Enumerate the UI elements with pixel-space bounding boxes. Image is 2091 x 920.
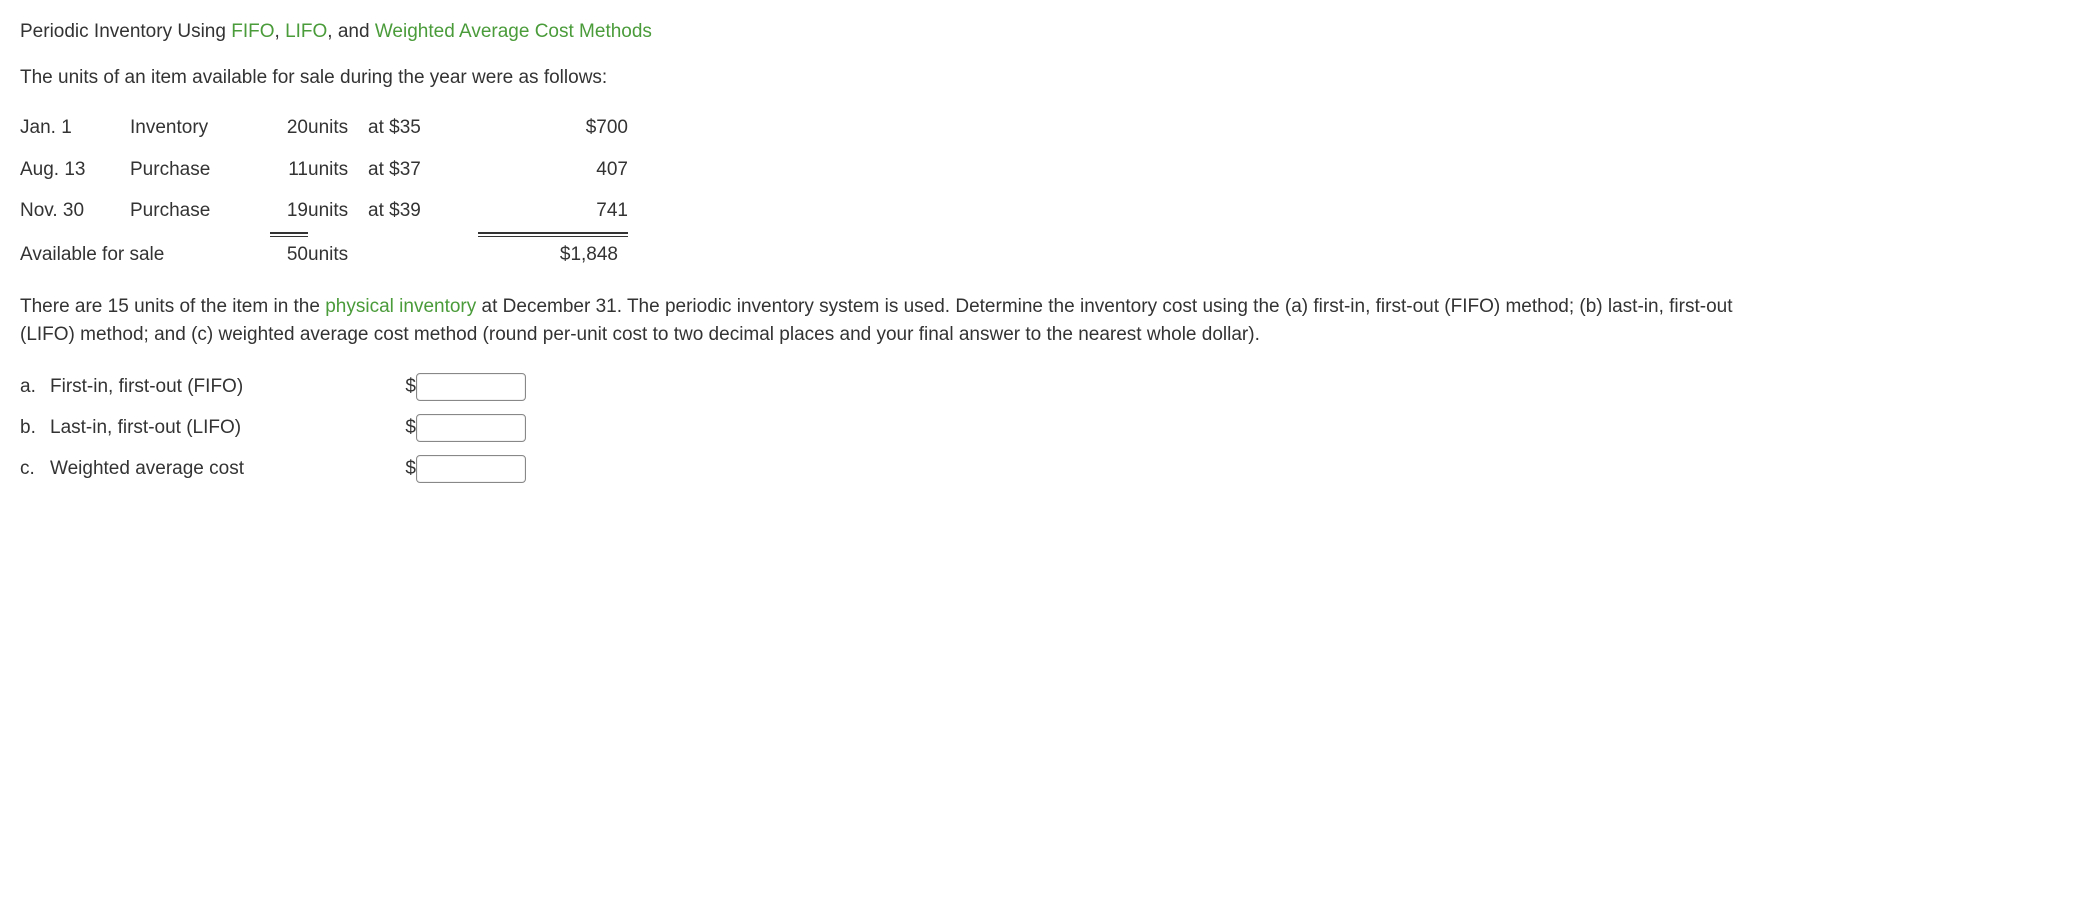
answer-label: c. bbox=[20, 448, 50, 489]
at-cell: at $37 bbox=[368, 149, 478, 191]
amount-cell: 741 bbox=[478, 190, 628, 232]
weighted-average-input[interactable] bbox=[416, 455, 526, 483]
link-fifo[interactable]: FIFO bbox=[231, 21, 274, 42]
table-row-total: Available for sale 50 units $1,848 bbox=[20, 232, 628, 276]
answer-label: a. bbox=[20, 366, 50, 407]
answer-row-fifo: a. First-in, first-out (FIFO) $ bbox=[20, 366, 526, 407]
table-row: Aug. 13 Purchase 11 units at $37 407 bbox=[20, 149, 628, 191]
total-units-label: units bbox=[308, 232, 368, 276]
title-sep2: , and bbox=[327, 21, 375, 42]
para-t1: There are 15 units of the item in the bbox=[20, 296, 325, 317]
link-lifo[interactable]: LIFO bbox=[285, 21, 327, 42]
answer-method: Weighted average cost bbox=[50, 448, 400, 489]
currency-symbol: $ bbox=[400, 366, 416, 407]
units-label: units bbox=[308, 190, 368, 232]
instruction-paragraph: There are 15 units of the item in the ph… bbox=[20, 293, 1760, 348]
units-label: units bbox=[308, 107, 368, 149]
intro-text: The units of an item available for sale … bbox=[20, 64, 2071, 92]
currency-symbol: $ bbox=[400, 448, 416, 489]
table-row: Nov. 30 Purchase 19 units at $39 741 bbox=[20, 190, 628, 232]
table-row: Jan. 1 Inventory 20 units at $35 $700 bbox=[20, 107, 628, 149]
inventory-table: Jan. 1 Inventory 20 units at $35 $700 Au… bbox=[20, 107, 628, 275]
answer-label: b. bbox=[20, 407, 50, 448]
currency-symbol: $ bbox=[400, 407, 416, 448]
type-cell: Purchase bbox=[130, 149, 270, 191]
type-cell: Inventory bbox=[130, 107, 270, 149]
lifo-input[interactable] bbox=[416, 414, 526, 442]
units-num: 11 bbox=[270, 149, 308, 191]
date-cell: Nov. 30 bbox=[20, 190, 130, 232]
type-cell: Purchase bbox=[130, 190, 270, 232]
at-cell: at $35 bbox=[368, 107, 478, 149]
date-cell: Aug. 13 bbox=[20, 149, 130, 191]
link-weighted-average[interactable]: Weighted Average Cost Methods bbox=[375, 21, 652, 42]
page-title: Periodic Inventory Using FIFO, LIFO, and… bbox=[20, 18, 2071, 46]
units-num: 19 bbox=[270, 190, 308, 232]
amount-cell: 407 bbox=[478, 149, 628, 191]
total-units-num: 50 bbox=[270, 233, 308, 269]
link-physical-inventory[interactable]: physical inventory bbox=[325, 296, 476, 317]
answer-table: a. First-in, first-out (FIFO) $ b. Last-… bbox=[20, 366, 526, 489]
answer-method: Last-in, first-out (LIFO) bbox=[50, 407, 400, 448]
date-cell: Jan. 1 bbox=[20, 107, 130, 149]
title-sep1: , bbox=[275, 21, 286, 42]
at-cell: at $39 bbox=[368, 190, 478, 232]
answer-row-wac: c. Weighted average cost $ bbox=[20, 448, 526, 489]
answer-row-lifo: b. Last-in, first-out (LIFO) $ bbox=[20, 407, 526, 448]
total-label: Available for sale bbox=[20, 232, 270, 276]
units-label: units bbox=[308, 149, 368, 191]
total-amount: $1,848 bbox=[478, 233, 628, 269]
units-num: 20 bbox=[270, 107, 308, 149]
title-pre: Periodic Inventory Using bbox=[20, 21, 231, 42]
fifo-input[interactable] bbox=[416, 373, 526, 401]
amount-cell: $700 bbox=[478, 107, 628, 149]
answer-method: First-in, first-out (FIFO) bbox=[50, 366, 400, 407]
